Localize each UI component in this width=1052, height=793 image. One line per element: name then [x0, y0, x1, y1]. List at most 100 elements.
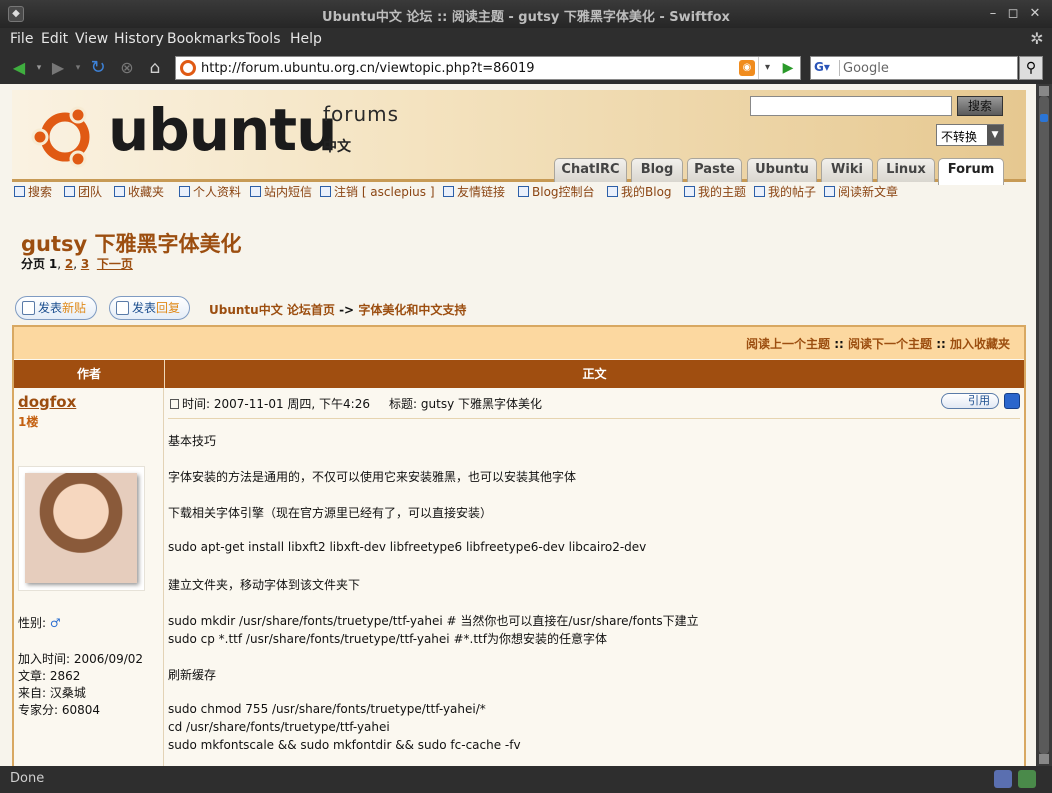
tab-paste[interactable]: Paste	[687, 158, 742, 182]
back-icon[interactable]: ◀	[9, 58, 29, 78]
tab-forum[interactable]: Forum	[938, 158, 1004, 185]
gender-label: 性别:	[18, 616, 47, 630]
breadcrumb-forum[interactable]: 字体美化和中文支持	[358, 303, 466, 317]
edit-icon[interactable]	[1004, 393, 1020, 409]
extension-status-icon[interactable]	[1018, 770, 1036, 788]
page-link-2[interactable]: 2	[65, 257, 73, 271]
quicklink-my-blog[interactable]: 我的Blog	[607, 183, 672, 200]
menu-help[interactable]: Help	[290, 31, 322, 47]
menu-file[interactable]: File	[10, 31, 33, 47]
quicklink-links[interactable]: 友情链接	[443, 183, 505, 200]
table-header: 作者 正文	[14, 360, 1024, 388]
page-content: ubuntu forums 中文 搜索 不转换 ▼ ChatIRC Blog P…	[0, 84, 1036, 766]
tab-wiki[interactable]: Wiki	[821, 158, 873, 182]
quicklink-label: 个人资料	[193, 185, 242, 199]
quicklink-label: 友情链接	[457, 185, 506, 199]
menu-history[interactable]: History	[114, 31, 164, 47]
author-expert-score: 专家分: 60804	[18, 703, 101, 717]
chevron-down-icon[interactable]: ▼	[987, 125, 1003, 145]
feed-status-icon[interactable]	[994, 770, 1012, 788]
go-icon[interactable]: ▶	[778, 57, 798, 79]
quicklink-label: 站内短信	[264, 185, 313, 199]
url-text[interactable]: http://forum.ubuntu.org.cn/viewtopic.php…	[201, 61, 535, 76]
tab-linux[interactable]: Linux	[877, 158, 935, 182]
quicklink-new-posts[interactable]: 阅读新文章	[824, 183, 898, 200]
quicklink-team[interactable]: 团队	[64, 183, 102, 200]
search-engine-icon[interactable]: G▾	[814, 60, 840, 76]
quicklink-label: Blog控制台	[532, 185, 595, 199]
page-link-3[interactable]: 3	[81, 257, 89, 271]
current-page: 1	[48, 257, 58, 271]
menu-bar: File Edit View History Bookmarks Tools H…	[0, 28, 1052, 52]
post-body: 时间: 2007-11-01 周四, 下午4:26 标题: gutsy 下雅黑字…	[165, 388, 1024, 766]
scrollbar-thumb[interactable]	[1039, 96, 1049, 754]
quicklink-favorites[interactable]: 收藏夹	[114, 183, 164, 200]
team-icon	[64, 186, 75, 197]
scroll-marker	[1040, 114, 1048, 122]
forum-search-button[interactable]: 搜索	[957, 96, 1003, 116]
quicklink-search[interactable]: 搜索	[14, 183, 52, 200]
back-history-icon[interactable]: ▾	[29, 58, 49, 78]
new-topic-button[interactable]: 发表新贴	[15, 296, 97, 320]
posts-icon	[754, 186, 765, 197]
post-icon	[170, 399, 179, 409]
status-text: Done	[10, 771, 45, 786]
scroll-down-icon[interactable]	[1039, 754, 1049, 764]
tab-blog[interactable]: Blog	[631, 158, 683, 182]
forward-history-icon[interactable]: ▾	[68, 58, 88, 78]
forward-icon[interactable]: ▶	[48, 58, 68, 78]
menu-view[interactable]: View	[75, 31, 108, 47]
page-title[interactable]: gutsy 下雅黑字体美化	[21, 228, 242, 258]
separator: ::	[936, 337, 946, 351]
quicklink-messages[interactable]: 站内短信	[250, 183, 312, 200]
topic-table: 阅读上一个主题 :: 阅读下一个主题 :: 加入收藏夹 作者 正文 dogfox…	[12, 325, 1026, 766]
favorites-icon	[114, 186, 125, 197]
post-line: 刷新缓存	[168, 668, 217, 682]
web-search-box[interactable]: G▾ Google	[810, 56, 1018, 80]
pagination-label: 分页	[21, 257, 46, 271]
quick-links: 搜索 团队 收藏夹 个人资料 站内短信 注销 [ asclepius ] 友情链…	[14, 183, 1028, 203]
vertical-scrollbar[interactable]	[1036, 84, 1052, 766]
convert-select[interactable]: 不转换 ▼	[936, 124, 1004, 146]
quicklink-blog-console[interactable]: Blog控制台	[518, 183, 595, 200]
tab-ubuntu[interactable]: Ubuntu	[747, 158, 817, 182]
stop-icon[interactable]: ⊗	[117, 58, 137, 78]
prev-topic-link[interactable]: 阅读上一个主题	[746, 337, 830, 351]
separator: ::	[834, 337, 844, 351]
quicklink-my-posts[interactable]: 我的帖子	[754, 183, 816, 200]
minimize-button[interactable]: –	[984, 5, 1002, 23]
menu-edit[interactable]: Edit	[41, 31, 68, 47]
breadcrumb-home[interactable]: Ubuntu中文 论坛首页	[209, 303, 335, 317]
quote-button[interactable]: 引用	[941, 393, 999, 409]
scroll-up-icon[interactable]	[1039, 86, 1049, 96]
post-reply-button[interactable]: 发表回复	[109, 296, 190, 320]
home-icon[interactable]: ⌂	[145, 58, 165, 78]
message-icon	[250, 186, 261, 197]
post-meta: 时间: 2007-11-01 周四, 下午4:26 标题: gutsy 下雅黑字…	[170, 395, 542, 412]
post-line: sudo mkdir /usr/share/fonts/truetype/ttf…	[168, 614, 699, 628]
rss-feed-icon[interactable]: ◉	[739, 60, 755, 76]
reload-icon[interactable]: ↻	[88, 58, 108, 78]
quicklink-my-topics[interactable]: 我的主题	[684, 183, 746, 200]
reply-icon	[116, 301, 129, 315]
title-bar: ◆ Ubuntu中文 论坛 :: 阅读主题 - gutsy 下雅黑字体美化 - …	[0, 0, 1052, 28]
next-page-link[interactable]: 下一页	[97, 257, 133, 271]
link-icon	[443, 186, 454, 197]
url-bar[interactable]: http://forum.ubuntu.org.cn/viewtopic.php…	[175, 56, 801, 80]
add-favorite-link[interactable]: 加入收藏夹	[950, 337, 1010, 351]
tab-chatirc[interactable]: ChatIRC	[554, 158, 627, 182]
search-placeholder[interactable]: Google	[843, 61, 889, 76]
close-button[interactable]: ✕	[1026, 5, 1044, 23]
search-icon	[824, 186, 835, 197]
maximize-button[interactable]: ◻	[1004, 5, 1022, 23]
url-dropdown-icon[interactable]: ▾	[758, 57, 776, 79]
column-author: 作者	[76, 367, 101, 381]
quicklink-profile[interactable]: 个人资料	[179, 183, 241, 200]
quicklink-logout[interactable]: 注销 [ asclepius ]	[320, 183, 435, 200]
menu-tools[interactable]: Tools	[246, 31, 281, 47]
search-icon[interactable]: ⚲	[1019, 56, 1043, 80]
menu-bookmarks[interactable]: Bookmarks	[167, 31, 245, 47]
author-name[interactable]: dogfox	[18, 393, 76, 411]
forum-search-input[interactable]	[750, 96, 952, 116]
next-topic-link[interactable]: 阅读下一个主题	[848, 337, 932, 351]
